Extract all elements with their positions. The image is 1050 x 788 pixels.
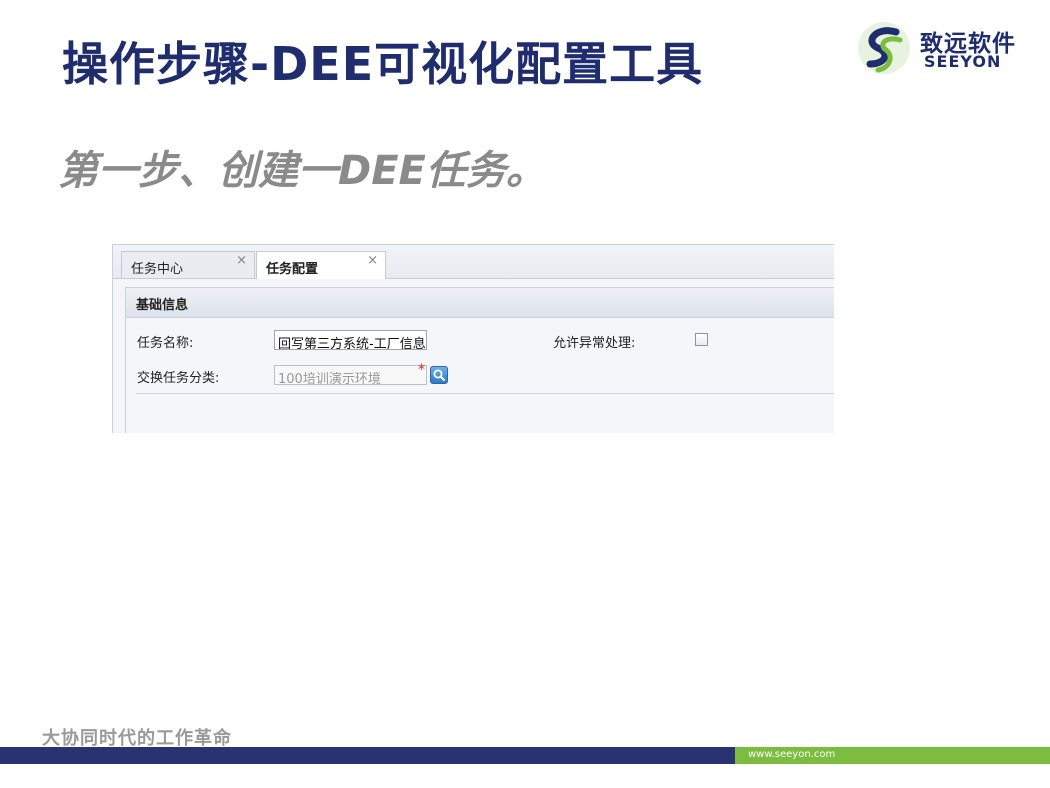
search-icon [433,369,445,381]
footer-navy-stripe [0,747,735,764]
section-divider [136,393,834,394]
seeyon-swirl-icon [858,22,910,74]
footer-url: www.seeyon.com [748,749,836,760]
allow-exception-checkbox[interactable] [695,333,708,346]
task-name-label: 任务名称: [137,336,194,351]
section-header: 基础信息 [126,288,834,318]
close-icon[interactable]: × [367,253,378,268]
tab-task-center[interactable]: 任务中心 × [121,251,255,278]
footer-bar: www.seeyon.com [0,747,1050,764]
tab-task-center-label: 任务中心 [131,262,184,277]
allow-exception-label: 允许异常处理: [553,336,636,351]
seeyon-logo: 致远软件 SEEYON [856,18,1036,78]
tab-task-config[interactable]: 任务配置 × [256,251,386,279]
step-heading: 第一步、创建一DEE任务。 [58,148,546,194]
exchange-category-input[interactable]: 100培训演示环境 [274,365,427,385]
tab-task-config-label: 任务配置 [266,262,319,277]
required-mark: * [418,362,425,378]
tab-bar: 任务中心 × 任务配置 × [113,245,834,279]
slide-title: 操作步骤-DEE可视化配置工具 [62,37,704,91]
task-name-input[interactable]: 回写第三方系统-工厂信息 [274,330,427,350]
section-title: 基础信息 [136,298,189,313]
logo-english-text: SEEYON [924,52,1002,71]
close-icon[interactable]: × [236,253,247,268]
exchange-category-label: 交换任务分类: [137,371,220,386]
screenshot-panel: 任务中心 × 任务配置 × 基础信息 任务名称: 回写第三方系统-工厂信息 允许… [112,244,834,433]
basic-info-section: 基础信息 任务名称: 回写第三方系统-工厂信息 允许异常处理: 交换任务分类: … [125,287,834,433]
lookup-button[interactable] [430,366,448,384]
